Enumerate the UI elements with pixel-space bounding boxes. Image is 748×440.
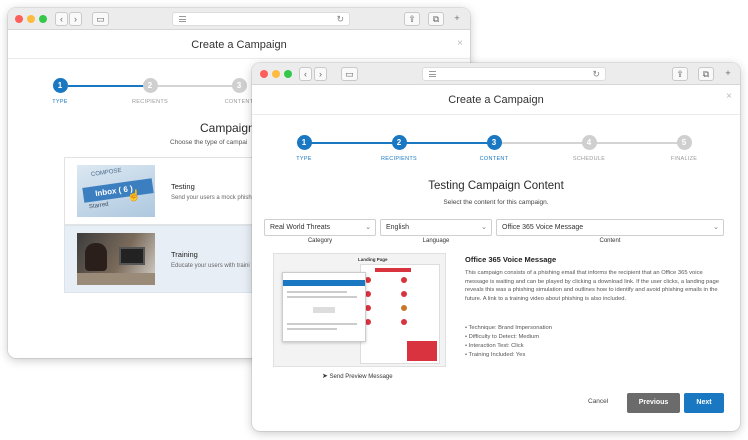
category-select[interactable]: Real World Threats ⌄ [264,219,376,236]
back-arrow-icon[interactable]: ‹ [299,67,312,81]
minimize-dot-icon[interactable] [272,70,280,78]
reload-icon[interactable]: ↻ [336,14,344,25]
step-number: 1 [296,135,312,150]
cursor-icon: ☝ [127,190,141,202]
detail-technique: • Technique: Brand Impersonation [465,325,552,331]
back-step-recipients: 2 RECIPIENTS [115,78,185,105]
step-schedule: 4 SCHEDULE [554,135,624,162]
inbox-image: COMPOSE Inbox ( 6 ) Starred ☝ [77,165,155,217]
maximize-dot-icon[interactable] [284,70,292,78]
reader-icon [429,71,436,77]
share-icon[interactable]: ⇪ [404,12,420,26]
send-icon: ➤ [322,373,328,380]
step-finalize: 5 FINALIZE [649,135,719,162]
email-thumbnail [282,272,366,342]
tabs-icon[interactable]: ⧉ [698,67,714,81]
step-label: FINALIZE [670,156,698,162]
close-icon[interactable]: × [726,91,732,102]
category-label: Category [307,238,333,244]
page-heading: Testing Campaign Content [428,180,564,192]
back-modal-title: Create a Campaign [191,39,287,51]
forward-arrow-icon[interactable]: › [69,12,82,26]
step-label: TYPE [52,99,68,105]
chevron-down-icon: ⌄ [481,224,487,231]
step-label: RECIPIENTS [131,99,168,105]
step-number: 4 [581,135,597,150]
step-label: CONTENT [479,156,509,162]
landing-page-title: Landing Page [358,257,388,262]
step-recipients[interactable]: 2 RECIPIENTS [364,135,434,162]
front-modal-title: Create a Campaign [448,94,544,106]
content-label: Content [599,238,621,244]
step-label: RECIPIENTS [380,156,417,162]
content-title: Office 365 Voice Message [465,255,557,264]
back-arrow-icon[interactable]: ‹ [55,12,68,26]
address-bar[interactable]: ↻ [422,67,606,81]
reader-icon [179,16,186,22]
cancel-button[interactable]: Cancel [588,398,608,405]
tabs-icon[interactable]: ⧉ [428,12,444,26]
send-preview-link[interactable]: ➤ Send Preview Message [322,372,393,380]
minimize-dot-icon[interactable] [27,15,35,23]
content-select[interactable]: Office 365 Voice Message ⌄ [496,219,724,236]
detail-difficulty: • Difficulty to Detect: Medium [465,334,540,340]
step-type[interactable]: 1 TYPE [269,135,339,162]
step-number: 2 [391,135,407,150]
share-icon[interactable]: ⇪ [672,67,688,81]
front-window: ‹ › ▭ ↻ ⇪ ⧉ + Create a Campaign × 1 TYPE… [252,63,740,431]
close-dot-icon[interactable] [260,70,268,78]
content-description: This campaign consists of a phishing ema… [465,270,719,302]
step-label: SCHEDULE [572,156,606,162]
training-description: Educate your users with traini [171,263,250,269]
next-button[interactable]: Next [684,393,724,413]
back-window-toolbar: ‹ › ▭ ↻ ⇪ ⧉ + [8,8,470,30]
send-preview-label: Send Preview Message [329,374,393,380]
reload-icon[interactable]: ↻ [592,69,600,80]
step-number: 1 [52,78,68,93]
chevron-down-icon: ⌄ [713,224,719,231]
new-tab-icon[interactable]: + [451,12,463,26]
starred-text: Starred [88,201,110,211]
content-value: Office 365 Voice Message [502,224,584,231]
address-bar[interactable]: ↻ [172,12,350,26]
content-preview[interactable]: Landing Page [273,253,446,367]
close-icon[interactable]: × [457,38,463,49]
testing-title: Testing [171,182,195,191]
inbox-text: Inbox ( 6 ) [82,178,154,203]
previous-button[interactable]: Previous [627,393,680,413]
maximize-dot-icon[interactable] [39,15,47,23]
front-window-toolbar: ‹ › ▭ ↻ ⇪ ⧉ + [252,63,740,85]
sidebar-icon[interactable]: ▭ [341,67,358,81]
back-step-type: 1 TYPE [25,78,95,105]
detail-training: • Training Included: Yes [465,352,526,358]
step-number: 3 [231,78,247,93]
training-title: Training [171,250,198,259]
close-dot-icon[interactable] [15,15,23,23]
forward-arrow-icon[interactable]: › [314,67,327,81]
compose-text: COMPOSE [90,167,122,179]
back-heading: Campaign [200,121,255,135]
language-label: Language [422,238,450,244]
category-value: Real World Threats [270,224,331,231]
step-number: 2 [142,78,158,93]
sidebar-icon[interactable]: ▭ [92,12,109,26]
step-number: 3 [486,135,502,150]
step-number: 5 [676,135,692,150]
chevron-down-icon: ⌄ [365,224,371,231]
language-value: English [386,224,409,231]
step-label: TYPE [296,156,312,162]
new-tab-icon[interactable]: + [722,67,734,81]
language-select[interactable]: English ⌄ [380,219,492,236]
back-subheading: Choose the type of campai [170,139,248,146]
step-content[interactable]: 3 CONTENT [459,135,529,162]
page-subheading: Select the content for this campaign. [443,199,549,206]
training-photo [77,233,155,285]
landing-page-thumbnail [360,264,440,364]
detail-interaction: • Interaction Test: Click [465,343,524,349]
testing-description: Send your users a mock phish [171,195,252,201]
